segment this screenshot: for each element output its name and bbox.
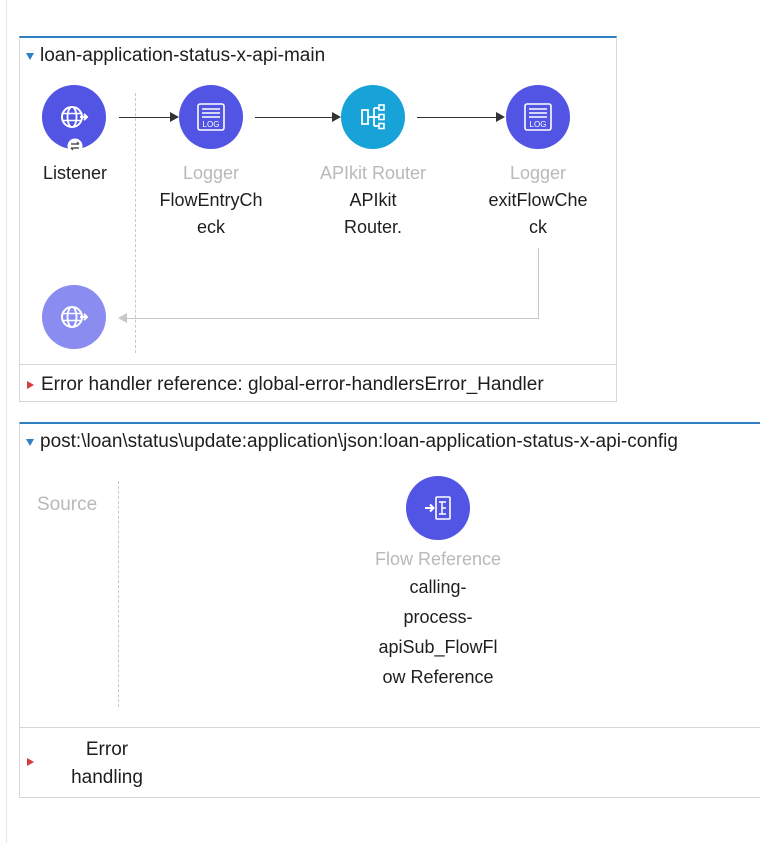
expand-triangle-icon[interactable] [27,758,34,766]
flow-arrow [417,117,497,118]
arrow-head [170,112,179,122]
collapse-triangle-icon[interactable] [26,439,34,446]
flow-container-main[interactable]: loan-application-status-x-api-main Liste… [19,36,617,402]
flow-reference-node[interactable] [406,476,470,540]
source-label: Source [37,494,98,515]
source-divider [118,481,119,707]
listener-label: Listener [42,163,108,183]
return-arrow-head [118,313,127,323]
logger-name-line-1: exitFlowChe [488,190,588,210]
apikit-name-line-2: Router. [343,217,403,237]
logger-name-line-2: eck [196,217,225,237]
flow-title: post:\loan\status\update:application\jso… [40,431,678,452]
apikit-router-icon [361,104,385,130]
flow-title: loan-application-status-x-api-main [40,45,326,66]
logger-type-label: Logger [182,163,240,183]
flow-reference-name-line-1: calling- [409,577,467,597]
flow-header[interactable]: loan-application-status-x-api-main [26,44,325,68]
apikit-router-node[interactable] [341,85,405,149]
apikit-type-label: APIkit Router [319,163,427,183]
source-divider [135,93,136,353]
editor-gutter [6,0,7,843]
return-path-line [126,318,539,319]
logger-icon: LOG [197,103,225,131]
collapse-triangle-icon[interactable] [26,53,34,60]
error-handling-line-1: Error [85,739,129,760]
error-handler-reference-row[interactable]: Error handler reference: global-error-ha… [27,372,544,398]
return-path-line [538,248,539,318]
logger-icon: LOG [524,103,552,131]
flow-header[interactable]: post:\loan\status\update:application\jso… [26,430,678,454]
arrow-head [332,112,341,122]
flow-container-post-update[interactable]: post:\loan\status\update:application\jso… [19,422,760,798]
flow-reference-name-line-3: apiSub_FlowFl [378,637,498,657]
flow-reference-name-line-2: process- [403,607,473,627]
flow-reference-name-line-4: ow Reference [382,667,494,687]
logger-name-line-1: FlowEntryCh [159,190,263,210]
arrow-head [496,112,505,122]
apikit-name-line-1: APIkit [349,190,397,210]
logger-node-exit[interactable]: LOG [506,85,570,149]
svg-text:LOG: LOG [203,120,220,129]
error-section-divider [20,364,616,365]
flow-reference-icon [425,496,451,520]
logger-name-line-2: ck [529,217,547,237]
flow-reference-type-label: Flow Reference [374,549,502,569]
error-section-divider [20,727,760,728]
listener-response-node[interactable] [42,285,106,349]
error-handling-label: Error handling [47,736,167,792]
error-handler-reference-text: Error handler reference: global-error-ha… [41,374,544,395]
flow-arrow [255,117,333,118]
globe-icon [61,106,89,128]
svg-text:LOG: LOG [530,120,547,129]
listener-sync-icon [67,138,83,154]
logger-node-flow-entry[interactable]: LOG [179,85,243,149]
globe-icon [61,306,89,328]
error-handling-line-2: handling [71,767,143,788]
flow-arrow [119,117,171,118]
expand-triangle-icon[interactable] [27,381,34,389]
logger-type-label: Logger [509,163,567,183]
